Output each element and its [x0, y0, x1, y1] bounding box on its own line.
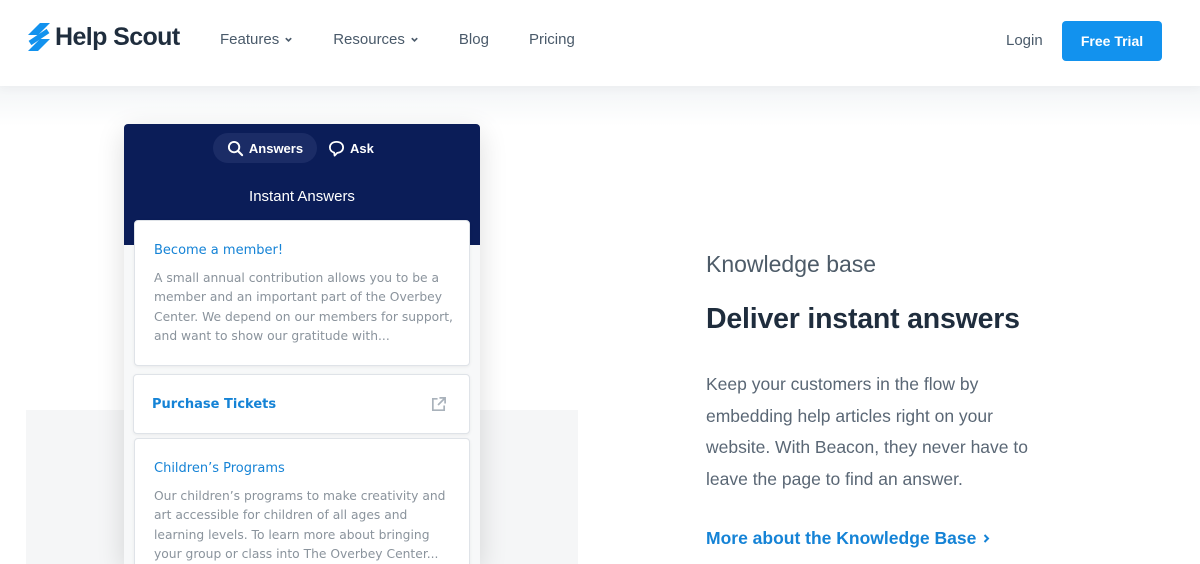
beacon-widget: Answers Ask Instant Answers Become a mem…	[124, 124, 480, 564]
beacon-title: Instant Answers	[124, 188, 480, 205]
search-icon	[227, 140, 244, 157]
article-title: Become a member!	[154, 243, 283, 258]
article-card[interactable]: Children’s Programs Our children’s progr…	[134, 438, 470, 564]
main-nav: Features Resources Blog Pricing	[220, 31, 615, 48]
helpscout-logo[interactable]: Help Scout	[26, 22, 180, 52]
hero-background	[0, 86, 1200, 126]
site-header: Help Scout Features Resources Blog Prici…	[0, 0, 1200, 86]
chevron-down-icon	[410, 35, 419, 44]
tab-answers-label: Answers	[249, 141, 303, 156]
login-link[interactable]: Login	[1006, 32, 1043, 49]
article-excerpt: A small annual contribution allows you t…	[154, 269, 456, 346]
article-card[interactable]: Become a member! A small annual contribu…	[134, 220, 470, 366]
knowledge-base-link[interactable]: More about the Knowledge Base	[706, 528, 991, 549]
chevron-right-icon	[982, 533, 991, 544]
logo-text: Help Scout	[55, 23, 180, 52]
nav-features-label: Features	[220, 31, 279, 48]
chevron-down-icon	[284, 35, 293, 44]
section-heading: Deliver instant answers	[706, 303, 1020, 336]
link-card[interactable]: Purchase Tickets	[133, 374, 470, 434]
knowledge-base-link-label: More about the Knowledge Base	[706, 528, 976, 549]
nav-resources-label: Resources	[333, 31, 405, 48]
tab-ask[interactable]: Ask	[328, 133, 374, 163]
nav-pricing[interactable]: Pricing	[529, 31, 575, 48]
nav-blog-label: Blog	[459, 31, 489, 48]
article-excerpt: Our children’s programs to make creativi…	[154, 487, 456, 564]
section-eyebrow: Knowledge base	[706, 251, 876, 278]
nav-pricing-label: Pricing	[529, 31, 575, 48]
nav-features[interactable]: Features	[220, 31, 293, 48]
free-trial-button[interactable]: Free Trial	[1062, 21, 1162, 61]
tab-ask-label: Ask	[350, 141, 374, 156]
tab-answers[interactable]: Answers	[213, 133, 317, 163]
section-description: Keep your customers in the flow by embed…	[706, 369, 1056, 495]
article-title: Children’s Programs	[154, 461, 285, 476]
external-link-icon	[430, 396, 447, 413]
nav-resources[interactable]: Resources	[333, 31, 419, 48]
nav-blog[interactable]: Blog	[459, 31, 489, 48]
helpscout-logo-icon	[26, 22, 52, 52]
chat-bubble-icon	[328, 140, 345, 157]
link-title: Purchase Tickets	[152, 397, 276, 412]
